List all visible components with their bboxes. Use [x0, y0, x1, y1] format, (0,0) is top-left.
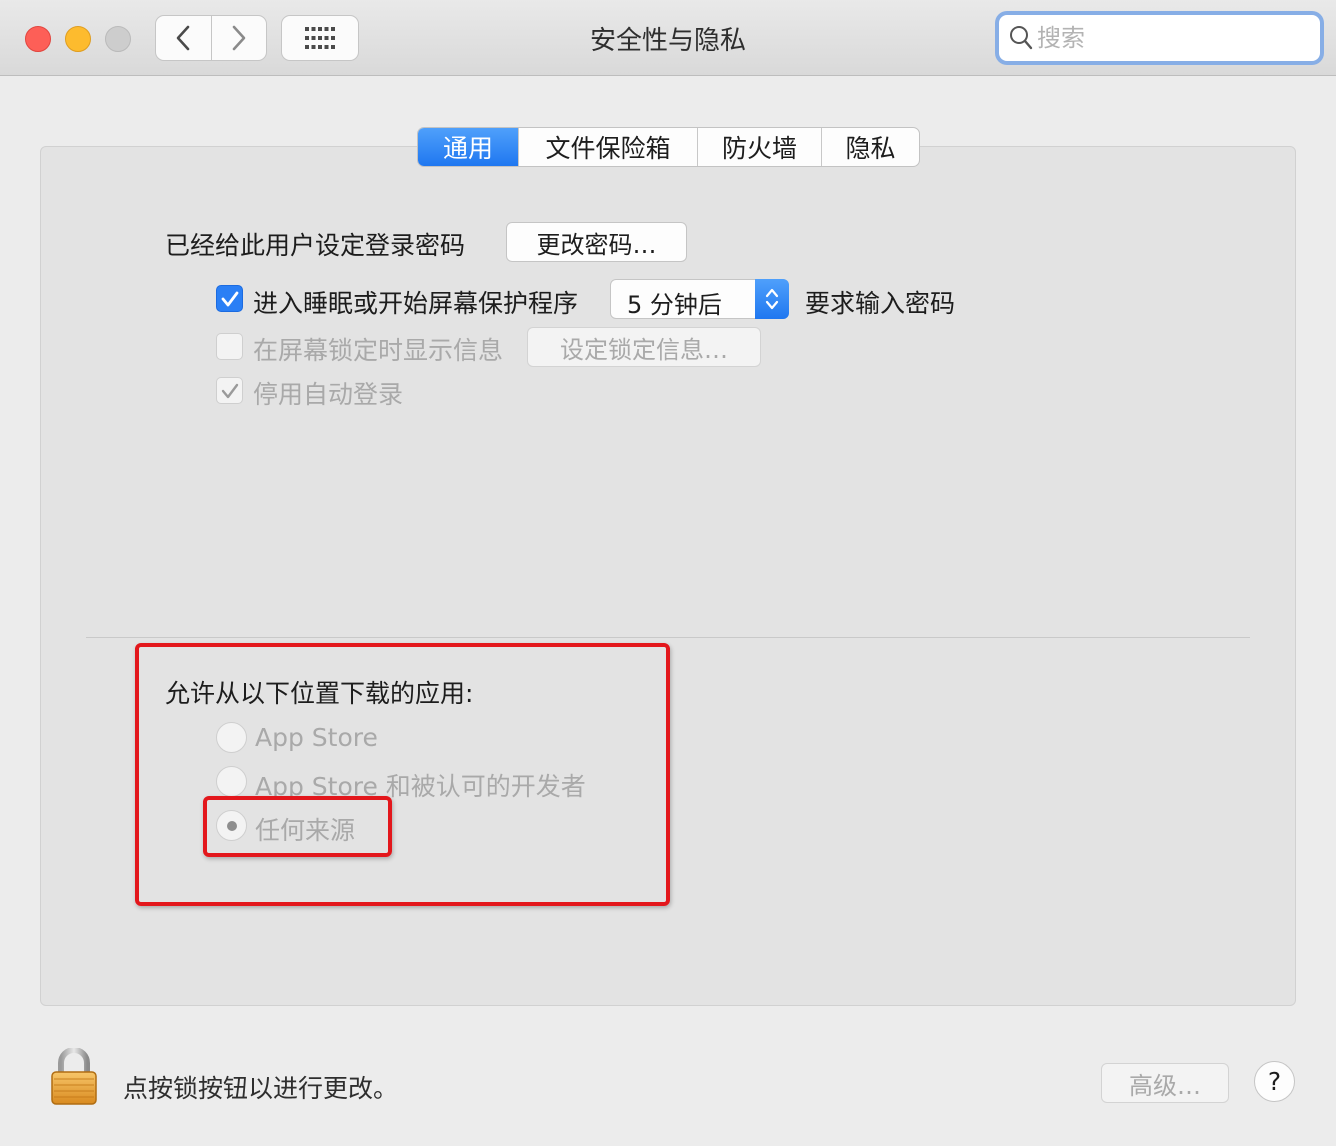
password-delay-popup[interactable]: 5 分钟后: [610, 279, 789, 319]
navigation-buttons: [155, 15, 267, 61]
set-lock-message-button[interactable]: 设定锁定信息…: [527, 327, 761, 367]
tab-filevault[interactable]: 文件保险箱: [518, 128, 697, 166]
require-password-label: 进入睡眠或开始屏幕保护程序: [253, 289, 579, 318]
change-password-button[interactable]: 更改密码…: [506, 222, 687, 262]
require-password-checkbox[interactable]: [216, 285, 243, 312]
tab-bar: 通用 文件保险箱 防火墙 隐私: [417, 127, 920, 167]
annotation-box-downloads: [135, 643, 670, 906]
require-password-suffix: 要求输入密码: [805, 289, 956, 318]
checkmark-icon: [221, 383, 238, 398]
up-down-chevron-icon: [765, 288, 779, 310]
advanced-button[interactable]: 高级…: [1101, 1063, 1229, 1103]
tab-general[interactable]: 通用: [418, 128, 518, 166]
close-window-button[interactable]: [25, 26, 51, 52]
search-field[interactable]: [999, 15, 1320, 61]
show-all-button[interactable]: [281, 15, 359, 61]
password-delay-value: 5 分钟后: [627, 291, 722, 319]
grid-icon: [305, 27, 335, 49]
help-button[interactable]: ?: [1254, 1061, 1295, 1102]
section-divider: [86, 637, 1250, 638]
checkmark-icon: [221, 291, 238, 306]
back-button[interactable]: [156, 16, 211, 60]
show-message-label: 在屏幕锁定时显示信息: [253, 336, 504, 365]
disable-auto-login-label: 停用自动登录: [253, 380, 404, 409]
lock-button[interactable]: [50, 1047, 98, 1106]
search-icon: [1010, 26, 1033, 50]
zoom-window-button[interactable]: [105, 26, 131, 52]
popup-stepper[interactable]: [755, 279, 789, 319]
lock-hint-text: 点按锁按钮以进行更改。: [123, 1074, 399, 1103]
tab-privacy[interactable]: 隐私: [821, 128, 919, 166]
search-field-focus-ring: [995, 11, 1324, 65]
minimize-window-button[interactable]: [65, 26, 91, 52]
disable-auto-login-checkbox[interactable]: [216, 377, 243, 404]
chevron-right-icon: [232, 25, 246, 51]
show-message-checkbox[interactable]: [216, 333, 243, 360]
annotation-box-anywhere: [203, 796, 392, 857]
password-set-label: 已经给此用户设定登录密码: [165, 231, 466, 260]
title-bar: 安全性与隐私: [0, 0, 1336, 76]
tab-firewall[interactable]: 防火墙: [697, 128, 821, 166]
search-input[interactable]: [1037, 24, 1297, 52]
forward-button[interactable]: [210, 16, 267, 60]
chevron-left-icon: [176, 25, 190, 51]
lock-icon: [51, 1047, 97, 1105]
